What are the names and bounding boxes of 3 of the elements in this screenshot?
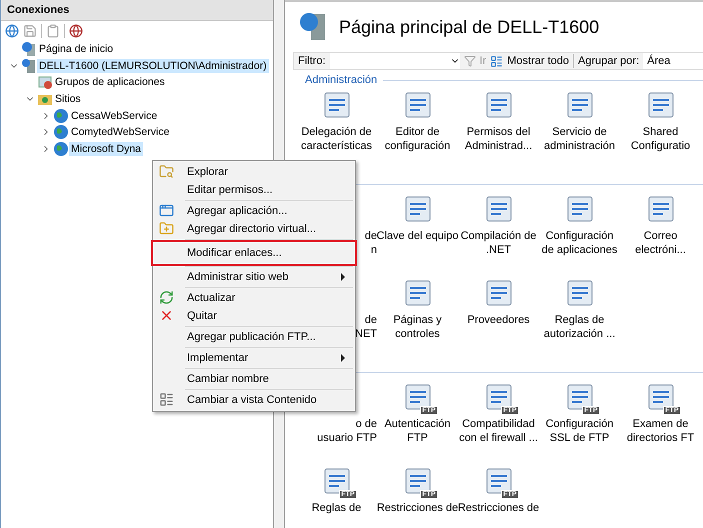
page-title: Página principal de DELL-T1600: [339, 16, 600, 38]
panel-title: Conexiones: [1, 0, 273, 21]
section-title: Administración: [305, 74, 378, 86]
